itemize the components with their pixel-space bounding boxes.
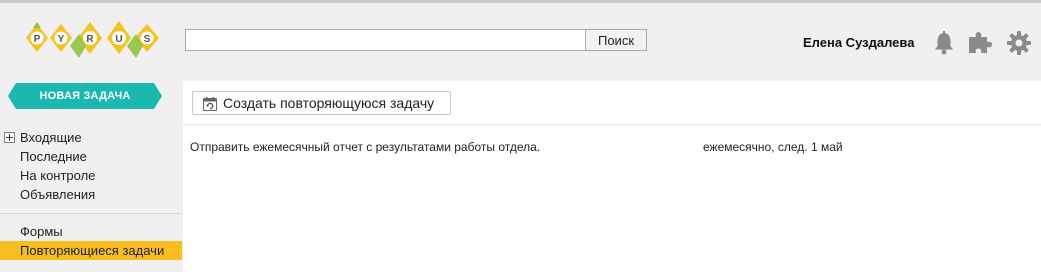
sidebar-item-label: Объявления	[20, 187, 96, 202]
sidebar-item-watching[interactable]: На контроле	[0, 166, 182, 185]
calendar-repeat-icon	[203, 97, 217, 114]
puzzle-icon[interactable]	[967, 30, 992, 56]
sidebar-item-recurring-tasks[interactable]: Повторяющиеся задачи	[0, 241, 182, 260]
top-border	[0, 0, 1041, 3]
logo-letter: R	[86, 34, 94, 45]
sidebar-item-label: Повторяющиеся задачи	[20, 243, 165, 258]
logo-letter: U	[115, 34, 122, 45]
sidebar-item-label: На контроле	[20, 168, 96, 183]
logo-letter: P	[34, 34, 41, 45]
sidebar-nav-primary: Входящие Последние На контроле Объявлени…	[0, 128, 182, 204]
sidebar-nav-secondary: Формы Повторяющиеся задачи	[0, 222, 182, 260]
plus-box-icon[interactable]	[4, 132, 15, 143]
gear-icon[interactable]	[1006, 30, 1031, 56]
sidebar-item-label: Входящие	[20, 130, 82, 145]
search-input[interactable]	[185, 29, 587, 51]
task-schedule: ежемесячно, след. 1 май	[703, 140, 843, 154]
sidebar-divider	[0, 213, 182, 214]
content-divider	[183, 124, 1041, 125]
table-row[interactable]: Отправить ежемесячный отчет с результата…	[183, 139, 1041, 157]
sidebar-item-forms[interactable]: Формы	[0, 222, 182, 241]
search-button[interactable]: Поиск	[585, 29, 647, 51]
create-button-label: Создать повторяющуюся задачу	[223, 95, 435, 111]
pyrus-logo[interactable]: P Y R U S	[23, 16, 163, 66]
sidebar-item-label: Последние	[20, 149, 87, 164]
sidebar-item-recent[interactable]: Последние	[0, 147, 182, 166]
sidebar-item-label: Формы	[20, 224, 63, 239]
main-content: Создать повторяющуюся задачу Отправить е…	[183, 81, 1041, 272]
sidebar-item-announcements[interactable]: Объявления	[0, 185, 182, 204]
sidebar-item-inbox[interactable]: Входящие	[0, 128, 182, 147]
logo-letter: Y	[58, 34, 65, 45]
user-name[interactable]: Елена Суздалева	[803, 35, 914, 50]
new-task-button[interactable]: НОВАЯ ЗАДАЧА	[8, 83, 162, 109]
task-title[interactable]: Отправить ежемесячный отчет с результата…	[190, 140, 540, 154]
bell-icon[interactable]	[932, 30, 956, 56]
logo-letter: S	[144, 34, 151, 45]
create-recurring-task-button[interactable]: Создать повторяющуюся задачу	[192, 91, 451, 115]
